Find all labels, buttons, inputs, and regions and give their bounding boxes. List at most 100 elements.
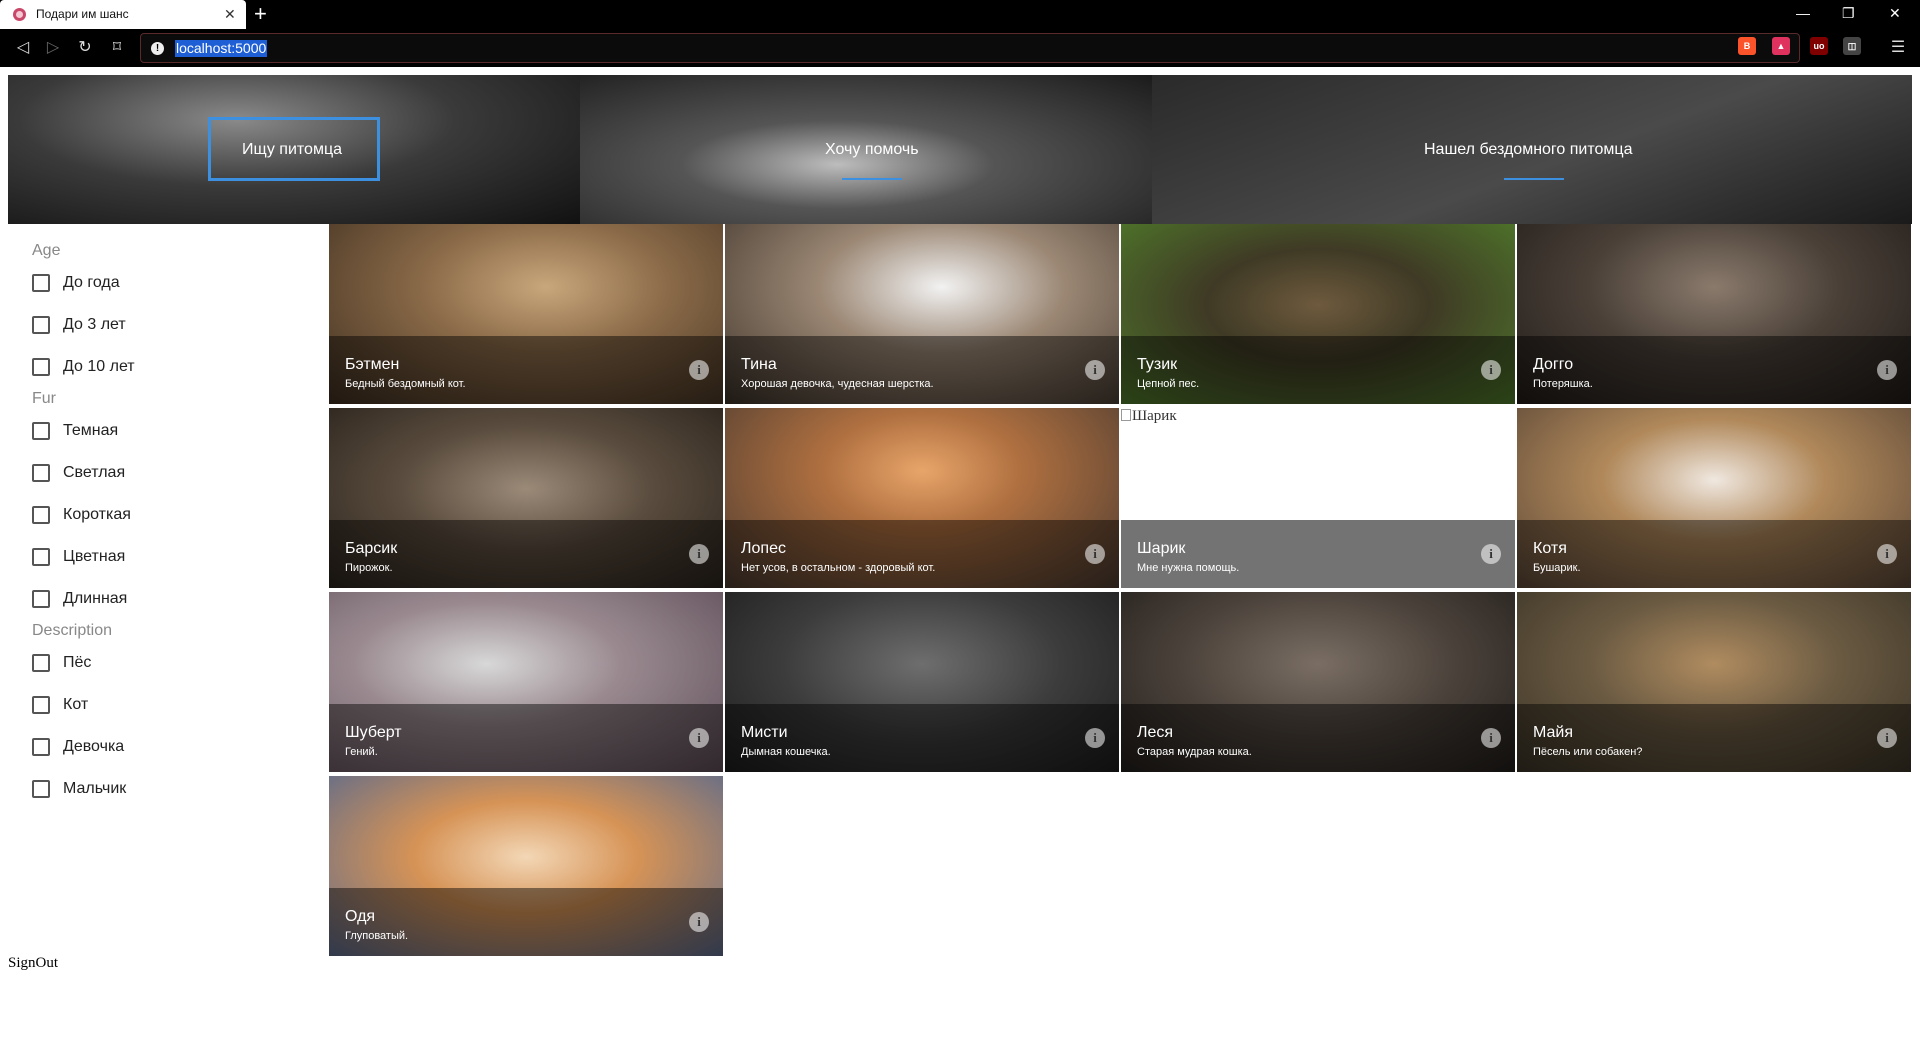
- info-icon[interactable]: i: [1481, 360, 1501, 380]
- pet-name: Шуберт: [345, 724, 402, 741]
- pet-card[interactable]: Шарик Шарик Мне нужна помощь. i: [1121, 408, 1515, 588]
- pet-card[interactable]: Барсик Пирожок. i: [329, 408, 723, 588]
- pet-card[interactable]: Догго Потеряшка. i: [1517, 224, 1911, 404]
- checkbox[interactable]: [32, 548, 50, 566]
- checkbox[interactable]: [32, 780, 50, 798]
- hero-item-1[interactable]: Ищу питомца: [8, 75, 580, 224]
- restore-icon[interactable]: ❐: [1842, 3, 1855, 23]
- pet-caption: Барсик Пирожок. i: [329, 520, 723, 588]
- filter-label: Светлая: [63, 464, 126, 481]
- info-icon[interactable]: i: [689, 544, 709, 564]
- site-info-icon[interactable]: !: [151, 42, 164, 55]
- info-icon[interactable]: i: [1877, 728, 1897, 748]
- pet-description: Мне нужна помощь.: [1137, 562, 1240, 574]
- hero-label: Ищу питомца: [242, 141, 342, 158]
- address-bar[interactable]: ! localhost:5000: [140, 33, 1800, 63]
- filter-option[interactable]: Пёс: [32, 642, 292, 684]
- checkbox[interactable]: [32, 464, 50, 482]
- hero-underline: [842, 178, 902, 180]
- window-close-icon[interactable]: ✕: [1889, 3, 1901, 23]
- filter-option[interactable]: Длинная: [32, 578, 292, 620]
- browser-tab[interactable]: Подари им шанс ✕: [0, 0, 246, 29]
- info-icon[interactable]: i: [1481, 544, 1501, 564]
- favicon-icon: [13, 8, 26, 21]
- forward-icon[interactable]: ▷: [42, 37, 64, 59]
- hero-label: Нашел бездомного питомца: [1424, 141, 1633, 158]
- filter-option[interactable]: Мальчик: [32, 768, 292, 810]
- pet-card[interactable]: Тина Хорошая девочка, чудесная шерстка. i: [725, 224, 1119, 404]
- pet-name: Бэтмен: [345, 356, 400, 373]
- filter-label: Длинная: [63, 590, 128, 607]
- pet-caption: Тина Хорошая девочка, чудесная шерстка. i: [725, 336, 1119, 404]
- hero-item-2[interactable]: Хочу помочь: [580, 75, 1152, 224]
- info-icon[interactable]: i: [1085, 360, 1105, 380]
- info-icon[interactable]: i: [1481, 728, 1501, 748]
- back-icon[interactable]: ◁: [12, 37, 34, 59]
- pet-name: Мисти: [741, 724, 788, 741]
- filter-option[interactable]: До года: [32, 262, 292, 304]
- pet-card[interactable]: Мисти Дымная кошечка. i: [725, 592, 1119, 772]
- checkbox[interactable]: [32, 506, 50, 524]
- ublock-icon[interactable]: uo: [1810, 37, 1828, 55]
- hero-item-3[interactable]: Нашел бездомного питомца: [1152, 75, 1912, 224]
- filter-option[interactable]: Кот: [32, 684, 292, 726]
- brave-rewards-icon[interactable]: ▲: [1772, 37, 1790, 55]
- pet-card[interactable]: Майя Пёсель или собакен? i: [1517, 592, 1911, 772]
- filter-heading: Description: [32, 622, 113, 639]
- pet-caption: Котя Бушарик. i: [1517, 520, 1911, 588]
- pet-name: Лопес: [741, 540, 786, 557]
- pet-caption: Майя Пёсель или собакен? i: [1517, 704, 1911, 772]
- pet-card[interactable]: Шуберт Гений. i: [329, 592, 723, 772]
- filter-option[interactable]: Девочка: [32, 726, 292, 768]
- url-text[interactable]: localhost:5000: [175, 40, 268, 57]
- reload-icon[interactable]: ↻: [74, 37, 96, 59]
- info-icon[interactable]: i: [689, 360, 709, 380]
- filter-label: Темная: [63, 422, 119, 439]
- bookmark-icon[interactable]: ⌑: [106, 37, 128, 59]
- pet-name: Тузик: [1137, 356, 1178, 373]
- pet-description: Бушарик.: [1533, 562, 1581, 574]
- checkbox[interactable]: [32, 654, 50, 672]
- broken-image-alt: Шарик: [1121, 408, 1177, 425]
- checkbox[interactable]: [32, 738, 50, 756]
- new-tab-icon[interactable]: +: [254, 2, 267, 26]
- info-icon[interactable]: i: [1877, 544, 1897, 564]
- info-icon[interactable]: i: [1085, 544, 1105, 564]
- browser-toolbar: ◁ ▷ ↻ ⌑ ! localhost:5000 B ▲ uo ◫ ☰: [0, 29, 1920, 67]
- brave-shield-icon[interactable]: B: [1738, 37, 1756, 55]
- pet-card[interactable]: Одя Глуповатый. i: [329, 776, 723, 956]
- checkbox[interactable]: [32, 590, 50, 608]
- checkbox[interactable]: [32, 316, 50, 334]
- info-icon[interactable]: i: [689, 912, 709, 932]
- pet-caption: Лопес Нет усов, в остальном - здоровый ко…: [725, 520, 1119, 588]
- pet-card[interactable]: Котя Бушарик. i: [1517, 408, 1911, 588]
- filter-option[interactable]: Короткая: [32, 494, 292, 536]
- menu-icon[interactable]: ☰: [1887, 37, 1909, 59]
- filter-option[interactable]: Цветная: [32, 536, 292, 578]
- filter-option[interactable]: Темная: [32, 410, 292, 452]
- pet-card[interactable]: Бэтмен Бедный бездомный кот. i: [329, 224, 723, 404]
- pet-caption: Одя Глуповатый. i: [329, 888, 723, 956]
- filter-option[interactable]: Светлая: [32, 452, 292, 494]
- pet-name: Котя: [1533, 540, 1567, 557]
- pet-card[interactable]: Леся Старая мудрая кошка. i: [1121, 592, 1515, 772]
- checkbox[interactable]: [32, 358, 50, 376]
- filter-label: До 10 лет: [63, 358, 135, 375]
- pet-description: Старая мудрая кошка.: [1137, 746, 1252, 758]
- minimize-icon[interactable]: —: [1796, 3, 1810, 23]
- close-tab-icon[interactable]: ✕: [224, 5, 236, 23]
- filter-label: До 3 лет: [63, 316, 126, 333]
- reader-icon[interactable]: ◫: [1843, 37, 1861, 55]
- checkbox[interactable]: [32, 274, 50, 292]
- info-icon[interactable]: i: [689, 728, 709, 748]
- info-icon[interactable]: i: [1877, 360, 1897, 380]
- pet-name: Майя: [1533, 724, 1574, 741]
- signout-link[interactable]: SignOut: [8, 955, 58, 972]
- pet-card[interactable]: Тузик Цепной пес. i: [1121, 224, 1515, 404]
- filter-option[interactable]: До 3 лет: [32, 304, 292, 346]
- checkbox[interactable]: [32, 422, 50, 440]
- checkbox[interactable]: [32, 696, 50, 714]
- pet-card[interactable]: Лопес Нет усов, в остальном - здоровый ко…: [725, 408, 1119, 588]
- filter-option[interactable]: До 10 лет: [32, 346, 292, 388]
- info-icon[interactable]: i: [1085, 728, 1105, 748]
